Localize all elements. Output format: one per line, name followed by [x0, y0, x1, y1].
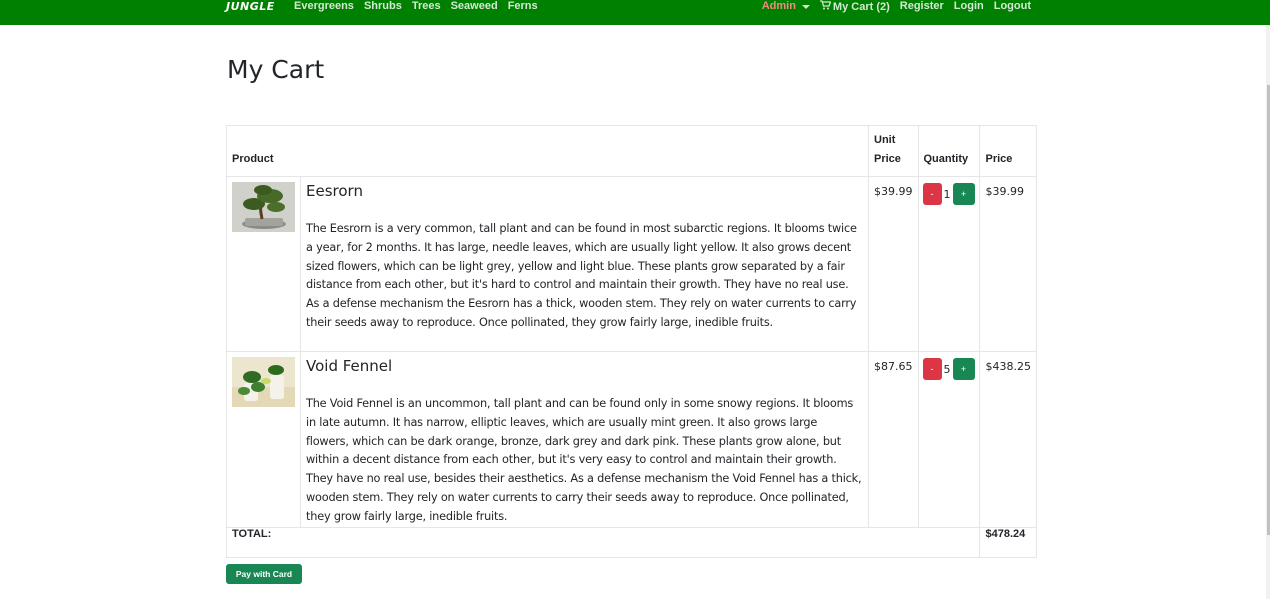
product-details-cell: Void Fennel The Void Fennel is an uncomm… — [300, 351, 869, 528]
cart-item-row: Eesrorn The Eesrorn is a very common, ta… — [226, 176, 1037, 352]
quantity-stepper: - 1 + — [922, 183, 976, 205]
unit-price-cell: $87.65 — [868, 351, 919, 528]
quantity-cell: - 1 + — [917, 176, 981, 352]
quantity-cell: - 5 + — [917, 351, 981, 528]
total-value: $478.24 — [979, 526, 1037, 558]
increase-quantity-button[interactable]: + — [952, 358, 975, 380]
logout-link[interactable]: Logout — [994, 0, 1031, 13]
brand-logo[interactable]: JUNGLE — [226, 0, 275, 13]
top-navbar: JUNGLE Evergreens Shrubs Trees Seaweed F… — [0, 0, 1270, 25]
cart-header-row: Product Unit Price Quantity Price — [226, 125, 1037, 177]
product-image-bonsai[interactable] — [232, 182, 295, 232]
admin-dropdown[interactable]: Admin — [762, 0, 810, 13]
pay-with-card-button[interactable]: Pay with Card — [226, 564, 302, 584]
product-image-potted-plant[interactable] — [232, 357, 295, 407]
product-description: The Void Fennel is an uncommon, tall pla… — [306, 397, 862, 523]
product-name[interactable]: Void Fennel — [306, 357, 863, 375]
admin-label: Admin — [761, 0, 796, 12]
login-link[interactable]: Login — [954, 0, 984, 13]
nav-link-trees[interactable]: Trees — [412, 0, 441, 13]
product-description: The Eesrorn is a very common, tall plant… — [306, 222, 857, 329]
page-title: My Cart — [227, 55, 325, 84]
register-link[interactable]: Register — [900, 0, 944, 13]
cart-item-row: Void Fennel The Void Fennel is an uncomm… — [226, 351, 1037, 528]
header-quantity: Quantity — [917, 125, 981, 177]
header-price: Price — [979, 125, 1037, 177]
page-scrollbar[interactable] — [1266, 25, 1270, 599]
my-cart-link[interactable]: My Cart (2) — [819, 0, 890, 14]
nav-link-evergreens[interactable]: Evergreens — [294, 0, 354, 13]
product-image-cell — [226, 176, 301, 352]
line-price-cell: $39.99 — [979, 176, 1037, 352]
header-unit-price: Unit Price — [868, 125, 919, 177]
increase-quantity-button[interactable]: + — [952, 183, 975, 205]
caret-down-icon — [801, 4, 810, 9]
header-unit-price-label: Unit Price — [874, 134, 901, 165]
decrease-quantity-button[interactable]: - — [922, 358, 942, 380]
decrease-quantity-button[interactable]: - — [922, 183, 942, 205]
line-price-cell: $438.25 — [979, 351, 1037, 528]
quantity-stepper: - 5 + — [922, 358, 976, 380]
quantity-value: 5 — [943, 362, 951, 376]
header-product: Product — [226, 125, 869, 177]
nav-link-shrubs[interactable]: Shrubs — [364, 0, 402, 13]
quantity-value: 1 — [943, 187, 951, 201]
unit-price-cell: $39.99 — [868, 176, 919, 352]
category-nav: Evergreens Shrubs Trees Seaweed Ferns — [294, 0, 548, 13]
total-label: TOTAL: — [225, 526, 981, 558]
user-nav: Admin My Cart (2) Register Login Logout — [762, 0, 1031, 13]
cart-table: Product Unit Price Quantity Price Eesror… — [225, 125, 1037, 558]
product-name[interactable]: Eesrorn — [306, 182, 863, 200]
product-image-cell — [226, 351, 301, 528]
cart-total-row: TOTAL: $478.24 — [225, 526, 1037, 558]
product-details-cell: Eesrorn The Eesrorn is a very common, ta… — [300, 176, 869, 352]
my-cart-label: My Cart (2) — [832, 0, 890, 13]
nav-link-seaweed[interactable]: Seaweed — [451, 0, 498, 13]
shopping-cart-icon — [819, 0, 832, 14]
nav-link-ferns[interactable]: Ferns — [508, 0, 538, 13]
